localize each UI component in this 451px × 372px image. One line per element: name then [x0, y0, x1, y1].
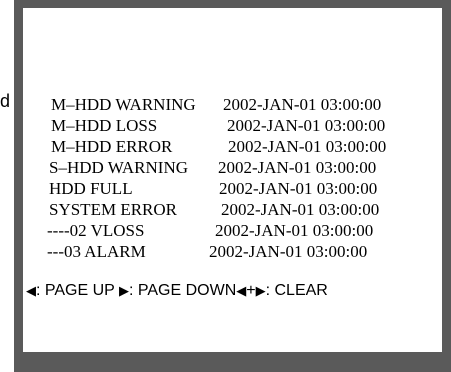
- log-row-m-hdd-error[interactable]: M–HDD ERROR 2002-JAN-01 03:00:00: [23, 136, 442, 157]
- event-timestamp: 2002-JAN-01 03:00:00: [209, 242, 368, 261]
- log-row-m-hdd-loss[interactable]: M–HDD LOSS 2002-JAN-01 03:00:00: [23, 115, 442, 136]
- clear-label: : CLEAR: [265, 282, 328, 299]
- event-type: HDD FULL: [49, 179, 133, 198]
- page-down-label: : PAGE DOWN: [129, 282, 237, 299]
- event-timestamp: 2002-JAN-01 03:00:00: [227, 116, 386, 135]
- log-row-03-alarm[interactable]: ---03 ALARM 2002-JAN-01 03:00:00: [23, 241, 442, 262]
- log-row-hdd-full[interactable]: HDD FULL 2002-JAN-01 03:00:00: [23, 178, 442, 199]
- event-type: S–HDD WARNING: [49, 158, 188, 177]
- log-row-s-hdd-warning[interactable]: S–HDD WARNING 2002-JAN-01 03:00:00: [23, 157, 442, 178]
- event-log-screen: M–HDD WARNING 2002-JAN-01 03:00:00 M–HDD…: [23, 8, 442, 352]
- page-up-label: : PAGE UP: [36, 282, 115, 299]
- event-timestamp: 2002-JAN-01 03:00:00: [223, 95, 382, 114]
- event-timestamp: 2002-JAN-01 03:00:00: [219, 179, 378, 198]
- event-timestamp: 2002-JAN-01 03:00:00: [218, 158, 377, 177]
- event-log-list: M–HDD WARNING 2002-JAN-01 03:00:00 M–HDD…: [23, 94, 442, 262]
- event-timestamp: 2002-JAN-01 03:00:00: [228, 137, 387, 156]
- event-timestamp: 2002-JAN-01 03:00:00: [221, 200, 380, 219]
- log-row-m-hdd-warning[interactable]: M–HDD WARNING 2002-JAN-01 03:00:00: [23, 94, 442, 115]
- log-row-system-error[interactable]: SYSTEM ERROR 2002-JAN-01 03:00:00: [23, 199, 442, 220]
- left-arrow-icon: ◀: [26, 284, 36, 299]
- event-type: ----02 VLOSS: [47, 221, 145, 240]
- right-arrow-icon: ▶: [255, 284, 266, 299]
- event-type: SYSTEM ERROR: [49, 200, 177, 219]
- plus-symbol: +: [246, 282, 256, 299]
- event-type: ---03 ALARM: [47, 242, 146, 261]
- right-arrow-icon: ▶: [119, 284, 129, 299]
- event-timestamp: 2002-JAN-01 03:00:00: [215, 221, 374, 240]
- cropped-text-fragment: d: [0, 91, 11, 111]
- navigation-hint-bar: ◀: PAGE UP ▶: PAGE DOWN◀+▶: CLEAR: [26, 280, 328, 302]
- log-row-02-vloss[interactable]: ----02 VLOSS 2002-JAN-01 03:00:00: [23, 220, 442, 241]
- event-type: M–HDD LOSS: [51, 116, 158, 135]
- osd-monitor-frame: M–HDD WARNING 2002-JAN-01 03:00:00 M–HDD…: [14, 0, 451, 372]
- event-type: M–HDD ERROR: [51, 137, 173, 156]
- dvr-event-log-page: d M–HDD WARNING 2002-JAN-01 03:00:00 M–H…: [0, 0, 451, 372]
- event-type: M–HDD WARNING: [51, 95, 196, 114]
- left-arrow-icon: ◀: [236, 284, 247, 299]
